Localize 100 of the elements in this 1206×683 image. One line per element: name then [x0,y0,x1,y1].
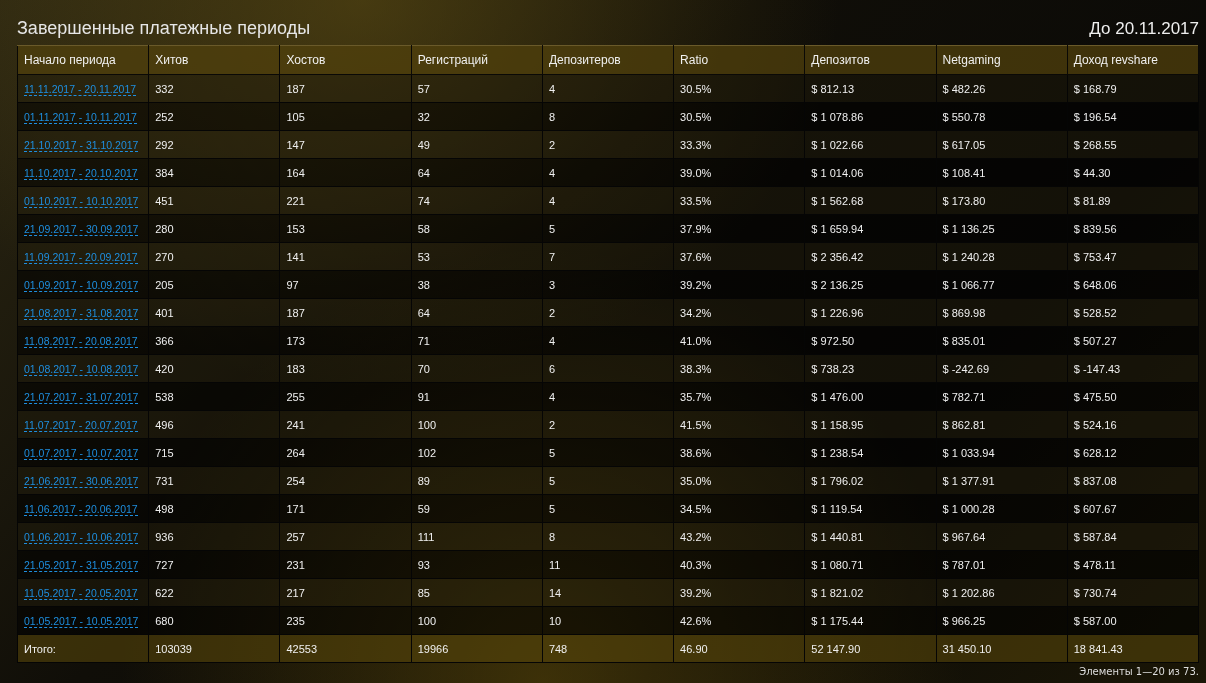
table-cell: 187 [279,74,412,103]
table-cell: 2 [542,410,674,439]
table-cell: 231 [279,550,412,579]
table-cell: 39.2% [673,578,805,607]
table-cell: $ 607.67 [1067,494,1199,523]
column-header: Депозитов [804,45,937,75]
table-cell: 11 [542,550,674,579]
table-cell: 97 [279,270,412,299]
table-cell: 257 [279,522,412,551]
table-cell: $ 550.78 [936,102,1068,131]
table-cell: 680 [148,606,280,635]
table-cell: 496 [148,410,280,439]
table-cell: $ 1 078.86 [804,102,937,131]
table-cell: 70 [411,354,543,383]
table-cell: $ 1 066.77 [936,270,1068,299]
table-cell: 5 [542,214,674,243]
table-cell: 34.5% [673,494,805,523]
table-cell: $ 1 226.96 [804,298,937,327]
table-cell: 7 [542,242,674,271]
column-header: Netgaming [936,45,1068,75]
table-cell: 41.0% [673,326,805,355]
table-cell: 37.9% [673,214,805,243]
table-cell: 105 [279,102,412,131]
table-cell: 100 [411,606,543,635]
table-cell: $ 1 821.02 [804,578,937,607]
column-header: Доход revshare [1067,45,1199,75]
table-cell: 187 [279,298,412,327]
table-cell: 53 [411,242,543,271]
table-cell: $ -147.43 [1067,354,1199,383]
table-cell: 4 [542,382,674,411]
column-header: Начало периода [17,45,149,75]
table-cell: $ 2 136.25 [804,270,937,299]
table-cell: 64 [411,298,543,327]
table-cell: $ 1 440.81 [804,522,937,551]
table-cell: 41.5% [673,410,805,439]
table-cell: 498 [148,494,280,523]
table-cell: $ 839.56 [1067,214,1199,243]
table-cell: $ 966.25 [936,606,1068,635]
table-cell: $ 528.52 [1067,298,1199,327]
table-cell: 93 [411,550,543,579]
table-cell: 8 [542,102,674,131]
table-cell: 30.5% [673,102,805,131]
table-cell: 401 [148,298,280,327]
table-cell: $ 1 000.28 [936,494,1068,523]
table-cell: $ 168.79 [1067,74,1199,103]
table-cell: 57 [411,74,543,103]
table-cell: 451 [148,186,280,215]
table-cell: 33.3% [673,130,805,159]
table-cell: 100 [411,410,543,439]
table-cell: 2 [542,298,674,327]
table-cell: $ 1 659.94 [804,214,937,243]
table-cell: $ 1 796.02 [804,466,937,495]
table-cell: $ 869.98 [936,298,1068,327]
column-header: Хитов [148,45,280,75]
total-cell: 31 450.10 [936,634,1068,663]
table-cell: 5 [542,494,674,523]
table-cell: 42.6% [673,606,805,635]
table-cell: 6 [542,354,674,383]
table-cell: $ 1 238.54 [804,438,937,467]
table-cell: $ 730.74 [1067,578,1199,607]
table-cell: 292 [148,130,280,159]
table-cell: 40.3% [673,550,805,579]
table-cell: 4 [542,326,674,355]
table-cell: 3 [542,270,674,299]
table-cell: 384 [148,158,280,187]
table-cell: $ 787.01 [936,550,1068,579]
table-cell: 32 [411,102,543,131]
table-cell: 37.6% [673,242,805,271]
table-cell: 270 [148,242,280,271]
table-cell: 936 [148,522,280,551]
table-cell: 420 [148,354,280,383]
table-cell: 38.6% [673,438,805,467]
table-cell: 171 [279,494,412,523]
table-cell: 49 [411,130,543,159]
table-cell: 217 [279,578,412,607]
table-cell: $ 524.16 [1067,410,1199,439]
total-cell: 52 147.90 [804,634,937,663]
column-header: Ratio [673,45,805,75]
table-cell: 89 [411,466,543,495]
column-header: Хостов [279,45,412,75]
table-cell: 39.0% [673,158,805,187]
table-cell: 38 [411,270,543,299]
table-cell: 164 [279,158,412,187]
table-cell: 141 [279,242,412,271]
table-cell: $ 1 240.28 [936,242,1068,271]
table-cell: 241 [279,410,412,439]
table-cell: $ 835.01 [936,326,1068,355]
table-cell: 332 [148,74,280,103]
page-title: Завершенные платежные периоды [17,18,311,39]
table-cell: 183 [279,354,412,383]
table-cell: 34.2% [673,298,805,327]
table-cell: $ 617.05 [936,130,1068,159]
table-cell: $ 1 562.68 [804,186,937,215]
table-cell: 2 [542,130,674,159]
table-cell: 8 [542,522,674,551]
table-cell: $ 475.50 [1067,382,1199,411]
table-cell: 43.2% [673,522,805,551]
table-cell: 14 [542,578,674,607]
table-cell: 731 [148,466,280,495]
total-cell: 18 841.43 [1067,634,1199,663]
